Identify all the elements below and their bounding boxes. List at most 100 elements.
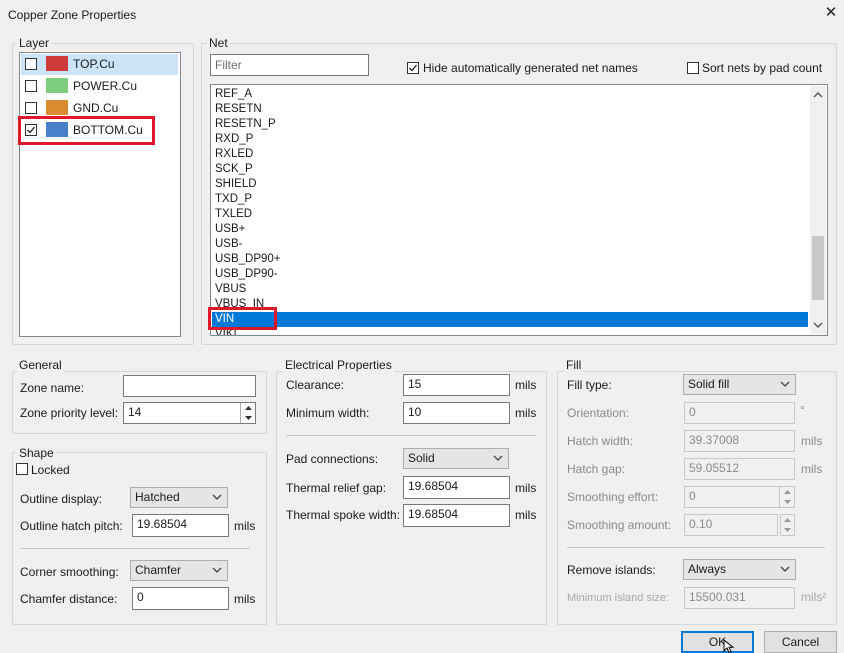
layer-list[interactable]: TOP.Cu POWER.Cu GND.Cu BOTTOM.Cu: [19, 52, 181, 337]
net-list-scrollbar[interactable]: [810, 86, 826, 334]
layer-checkbox[interactable]: [25, 102, 37, 114]
smoothing-amount-input[interactable]: 0.10: [684, 514, 778, 536]
scroll-up-icon[interactable]: [813, 91, 823, 99]
zone-name-input[interactable]: [123, 375, 256, 397]
layer-color-swatch: [46, 100, 68, 115]
pad-connections-select[interactable]: Solid: [403, 448, 509, 469]
layer-checkbox[interactable]: [25, 80, 37, 92]
net-list-item[interactable]: VIN: [212, 312, 808, 327]
layer-item-top-cu[interactable]: TOP.Cu: [21, 54, 178, 75]
layer-item-label: TOP.Cu: [73, 57, 115, 71]
spin-up-icon[interactable]: [781, 515, 794, 525]
net-list-item[interactable]: USB_DP90-: [215, 267, 278, 282]
net-list-item[interactable]: RXLED: [215, 147, 253, 162]
window-title: Copper Zone Properties: [8, 8, 137, 22]
smoothing-effort-label: Smoothing effort:: [567, 490, 659, 504]
highlight-box-bottom-cu: [18, 116, 155, 145]
orientation-input[interactable]: 0: [684, 402, 795, 424]
zone-priority-spinner[interactable]: [240, 403, 255, 423]
relief-gap-input[interactable]: 19.68504: [403, 476, 510, 499]
corner-smoothing-label: Corner smoothing:: [20, 565, 119, 579]
relief-gap-unit: mils: [515, 481, 537, 495]
zone-name-label: Zone name:: [20, 381, 85, 395]
net-list-item[interactable]: TXD_P: [215, 192, 252, 207]
hatch-pitch-label: Outline hatch pitch:: [20, 519, 123, 533]
min-island-unit: mils²: [801, 590, 827, 604]
net-list[interactable]: REF_A RESETN RESETN_P RXD_P RXLED SCK_P SHIELD…: [210, 84, 828, 336]
corner-smoothing-select[interactable]: Chamfer: [130, 560, 228, 581]
spin-down-icon[interactable]: [780, 497, 794, 507]
hatch-gap-unit: mils: [801, 462, 823, 476]
min-island-input[interactable]: 15500.031: [684, 587, 795, 609]
scroll-down-icon[interactable]: [813, 321, 823, 329]
clearance-label: Clearance:: [286, 378, 345, 392]
min-width-input[interactable]: 10: [403, 402, 510, 424]
zone-priority-input[interactable]: 14: [123, 402, 256, 424]
hide-auto-nets-checkbox[interactable]: [407, 62, 419, 74]
smoothing-effort-input[interactable]: 0: [684, 486, 795, 508]
net-list-item[interactable]: TXLED: [215, 207, 252, 222]
fill-type-label: Fill type:: [567, 378, 612, 392]
sort-nets-label: Sort nets by pad count: [702, 61, 823, 75]
chamfer-distance-unit: mils: [234, 592, 256, 606]
smoothing-amount-label: Smoothing amount:: [567, 518, 672, 532]
hatch-gap-input[interactable]: 59.05512: [684, 458, 795, 480]
chevron-down-icon: [212, 494, 222, 500]
electrical-separator: [286, 435, 536, 436]
clearance-unit: mils: [515, 378, 537, 392]
outline-display-label: Outline display:: [20, 492, 103, 506]
spin-down-icon[interactable]: [241, 413, 255, 423]
orientation-label: Orientation:: [567, 406, 630, 420]
relief-gap-label: Thermal relief gap:: [286, 481, 387, 495]
chamfer-distance-input[interactable]: 0: [132, 587, 229, 610]
net-list-item[interactable]: REF_A: [215, 87, 252, 102]
cancel-button[interactable]: Cancel: [764, 631, 837, 653]
hatch-width-unit: mils: [801, 434, 823, 448]
sort-nets-checkbox[interactable]: [687, 62, 699, 74]
smoothing-amount-spinner[interactable]: [780, 514, 795, 536]
mouse-cursor-icon: [723, 639, 735, 653]
layer-checkbox[interactable]: [25, 58, 37, 70]
shape-group-label: Shape: [17, 446, 56, 460]
remove-islands-select[interactable]: Always: [683, 559, 796, 580]
fill-group-label: Fill: [564, 358, 584, 372]
highlight-box-vin: [208, 307, 277, 330]
clearance-input[interactable]: 15: [403, 374, 510, 396]
outline-display-select[interactable]: Hatched: [130, 487, 228, 508]
spin-down-icon[interactable]: [781, 525, 794, 535]
net-list-item[interactable]: SCK_P: [215, 162, 253, 177]
locked-checkbox[interactable]: [16, 463, 28, 475]
net-list-item[interactable]: USB-: [215, 237, 242, 252]
smoothing-effort-value: 0: [689, 489, 696, 503]
fill-type-value: Solid fill: [688, 377, 730, 391]
net-list-scroll-thumb[interactable]: [812, 236, 824, 300]
min-width-label: Minimum width:: [286, 406, 370, 420]
spoke-width-input[interactable]: 19.68504: [403, 504, 510, 527]
checkmark-icon: [409, 64, 418, 72]
net-list-item[interactable]: RESETN_P: [215, 117, 276, 132]
net-filter-input[interactable]: Filter: [210, 54, 369, 76]
min-width-unit: mils: [515, 406, 537, 420]
smoothing-effort-spinner[interactable]: [779, 487, 794, 507]
net-list-item[interactable]: USB+: [215, 222, 245, 237]
layer-item-label: GND.Cu: [73, 101, 119, 115]
close-icon[interactable]: ✕: [822, 4, 840, 22]
spin-up-icon[interactable]: [241, 403, 255, 413]
net-list-item[interactable]: SHIELD: [215, 177, 257, 192]
remove-islands-value: Always: [688, 562, 727, 576]
hatch-width-input[interactable]: 39.37008: [684, 430, 795, 452]
hatch-pitch-unit: mils: [234, 519, 256, 533]
layer-item-power-cu[interactable]: POWER.Cu: [21, 76, 178, 97]
fill-type-select[interactable]: Solid fill: [683, 374, 796, 395]
ok-button[interactable]: OK: [681, 631, 754, 653]
layer-group-label: Layer: [17, 36, 52, 50]
layer-color-swatch: [46, 78, 68, 93]
net-list-item[interactable]: VBUS: [215, 282, 246, 297]
net-list-item[interactable]: USB_DP90+: [215, 252, 281, 267]
net-group-label: Net: [207, 36, 230, 50]
spin-up-icon[interactable]: [780, 487, 794, 497]
chevron-down-icon: [780, 566, 790, 572]
hatch-pitch-input[interactable]: 19.68504: [132, 514, 229, 537]
net-list-item[interactable]: RXD_P: [215, 132, 253, 147]
net-list-item[interactable]: RESETN: [215, 102, 262, 117]
